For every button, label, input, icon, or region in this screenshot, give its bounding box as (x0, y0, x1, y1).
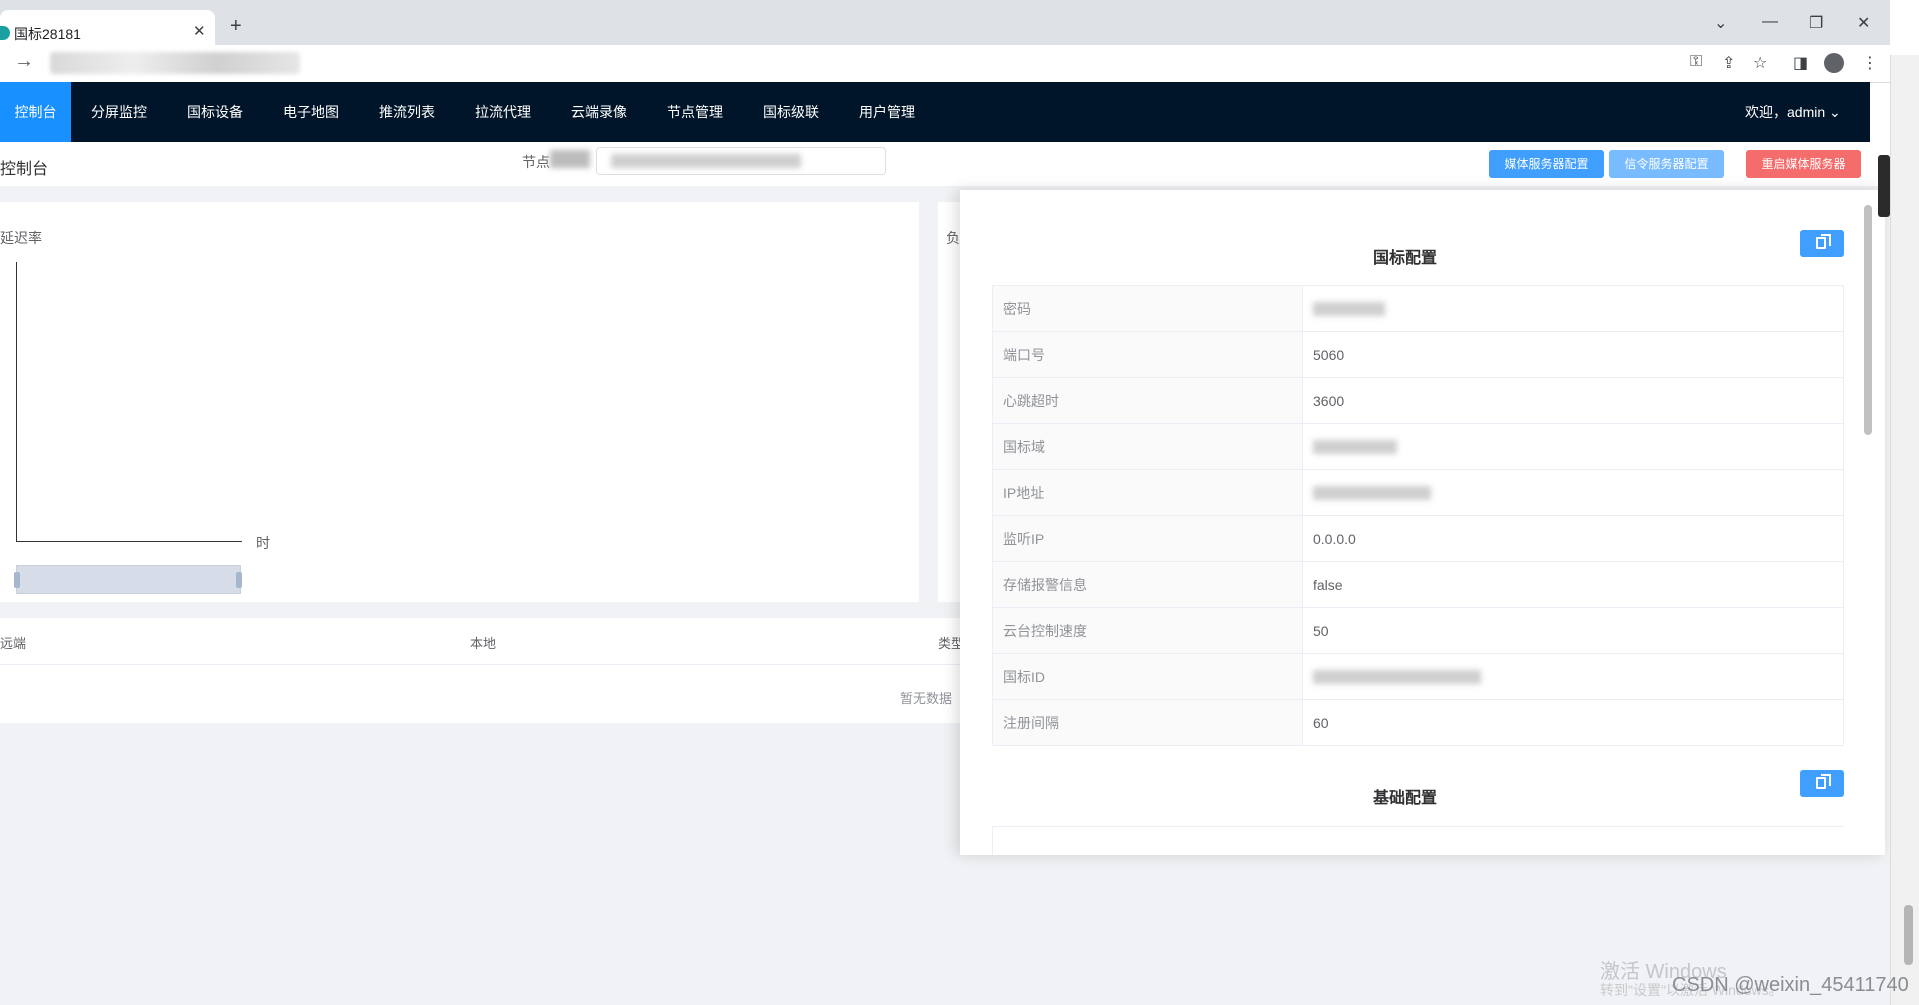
media-server-config-button[interactable]: 媒体服务器配置 (1489, 150, 1604, 178)
redacted-value (1313, 302, 1385, 316)
config-value: 5060 (1303, 332, 1844, 377)
signal-server-config-button[interactable]: 信令服务器配置 (1609, 150, 1724, 178)
nav-node-manage[interactable]: 节点管理 (656, 82, 734, 142)
load-chart-title: 负 (946, 230, 960, 246)
config-row: 心跳超时 3600 (993, 378, 1844, 424)
basic-config-table (992, 826, 1844, 855)
y-axis (16, 262, 17, 542)
x-axis-label: 时 (256, 535, 270, 551)
x-axis (16, 541, 242, 542)
share-icon[interactable]: ⇪ (1722, 53, 1735, 73)
config-row: 国标ID (993, 654, 1844, 700)
config-value: 60 (1303, 700, 1844, 745)
profile-avatar[interactable] (1824, 53, 1844, 73)
nav-user-manage[interactable]: 用户管理 (848, 82, 926, 142)
config-label: 心跳超时 (993, 378, 1303, 423)
zoom-handle-right[interactable] (236, 572, 242, 588)
config-value: 0.0.0.0 (1303, 516, 1844, 561)
redacted-value (1313, 486, 1431, 500)
config-row: 端口号 5060 (993, 332, 1844, 378)
gb-config-table: 密码 端口号 5060 心跳超时 3600 国标域 IP地址 监听IP 0.0.… (992, 285, 1844, 746)
basic-config-title: 基础配置 (1372, 790, 1437, 807)
page-scrollbar-track[interactable] (1890, 55, 1919, 1005)
tab-search-icon[interactable]: ⌄ (1714, 13, 1727, 33)
page-title: 控制台 (0, 161, 49, 178)
csdn-watermark: CSDN @weixin_45411740 (1672, 974, 1909, 996)
config-value: false (1303, 562, 1844, 607)
nav-map[interactable]: 电子地图 (272, 82, 350, 142)
config-label: 密码 (993, 286, 1303, 331)
new-tab-button[interactable]: + (230, 15, 242, 38)
drawer-scrollbar[interactable] (1864, 205, 1872, 435)
bookmark-star-icon[interactable]: ☆ (1753, 53, 1767, 73)
config-row: 云台控制速度 50 (993, 608, 1844, 654)
config-label: 端口号 (993, 332, 1303, 377)
node-label-redacted (550, 150, 590, 168)
forward-arrow-icon[interactable]: → (14, 50, 34, 73)
chart-title: 延迟率 (0, 230, 42, 246)
key-icon[interactable]: ⚿ (1690, 53, 1702, 71)
address-bar: → ⚿ ⇪ ☆ ◨ ⋮ (0, 45, 1890, 83)
config-label: 存储报警信息 (993, 562, 1303, 607)
table-header-remote: 远端 (0, 636, 27, 651)
restore-button[interactable]: ❐ (1809, 13, 1823, 33)
config-row: 存储报警信息 false (993, 562, 1844, 608)
menu-dots-icon[interactable]: ⋮ (1862, 53, 1878, 73)
nav-dashboard[interactable]: 控制台 (0, 82, 71, 142)
config-label: 监听IP (993, 516, 1303, 561)
config-row: 注册间隔 60 (993, 700, 1844, 746)
nav-pull-proxy[interactable]: 拉流代理 (464, 82, 542, 142)
config-label: 云台控制速度 (993, 608, 1303, 653)
restart-media-server-button[interactable]: 重启媒体服务器 (1746, 150, 1861, 178)
nav-push-list[interactable]: 推流列表 (368, 82, 446, 142)
tab-close-icon[interactable]: ✕ (193, 22, 206, 40)
page-scrollbar-thumb[interactable] (1904, 905, 1913, 965)
nav-cloud-record[interactable]: 云端录像 (560, 82, 638, 142)
user-menu[interactable]: 欢迎，admin ⌄ (1745, 82, 1841, 142)
side-handle[interactable] (1878, 155, 1890, 217)
table-empty-text: 暂无数据 (900, 691, 953, 706)
redacted-value (1313, 440, 1397, 454)
nav-gb-devices[interactable]: 国标设备 (176, 82, 254, 142)
config-value: 3600 (1303, 378, 1844, 423)
config-row: IP地址 (993, 470, 1844, 516)
config-row: 密码 (993, 286, 1844, 332)
config-drawer: 国标配置 密码 端口号 5060 心跳超时 3600 国标域 IP地址 监听IP… (960, 190, 1885, 855)
node-select[interactable] (596, 147, 886, 175)
copy-icon (1816, 774, 1831, 789)
copy-basic-config-button[interactable] (1800, 770, 1844, 797)
url-input[interactable] (50, 52, 300, 74)
gb-config-title: 国标配置 (1372, 250, 1437, 267)
config-label: 国标ID (993, 654, 1303, 699)
tab-title: 国标28181 (14, 26, 81, 42)
page-header: 控制台 节点 (0, 142, 1890, 186)
config-value (1303, 286, 1844, 331)
nav-split-monitor[interactable]: 分屏监控 (80, 82, 158, 142)
minimize-button[interactable]: — (1762, 13, 1778, 31)
copy-gb-config-button[interactable] (1800, 230, 1844, 257)
config-label: 国标域 (993, 424, 1303, 469)
zoom-handle-left[interactable] (14, 572, 20, 588)
top-nav: 控制台 分屏监控 国标设备 电子地图 推流列表 拉流代理 云端录像 节点管理 国… (0, 82, 1870, 142)
chart-zoom-slider[interactable] (14, 565, 242, 594)
config-label: 注册间隔 (993, 700, 1303, 745)
config-value: 50 (1303, 608, 1844, 653)
config-label: IP地址 (993, 470, 1303, 515)
table-header-local: 本地 (470, 636, 497, 651)
node-label: 节点 (522, 154, 550, 170)
latency-chart-panel (0, 202, 919, 602)
nav-gb-cascade[interactable]: 国标级联 (752, 82, 830, 142)
config-row: 国标域 (993, 424, 1844, 470)
close-window-button[interactable]: ✕ (1857, 13, 1870, 33)
side-panel-icon[interactable]: ◨ (1793, 53, 1808, 73)
redacted-value (1313, 670, 1481, 684)
tab-favicon-icon (0, 26, 10, 40)
table-divider (0, 664, 960, 665)
config-value (1303, 470, 1844, 515)
copy-icon (1816, 234, 1831, 249)
config-value (1303, 424, 1844, 469)
config-value (1303, 654, 1844, 699)
config-row: 监听IP 0.0.0.0 (993, 516, 1844, 562)
node-select-value-redacted (611, 154, 801, 168)
